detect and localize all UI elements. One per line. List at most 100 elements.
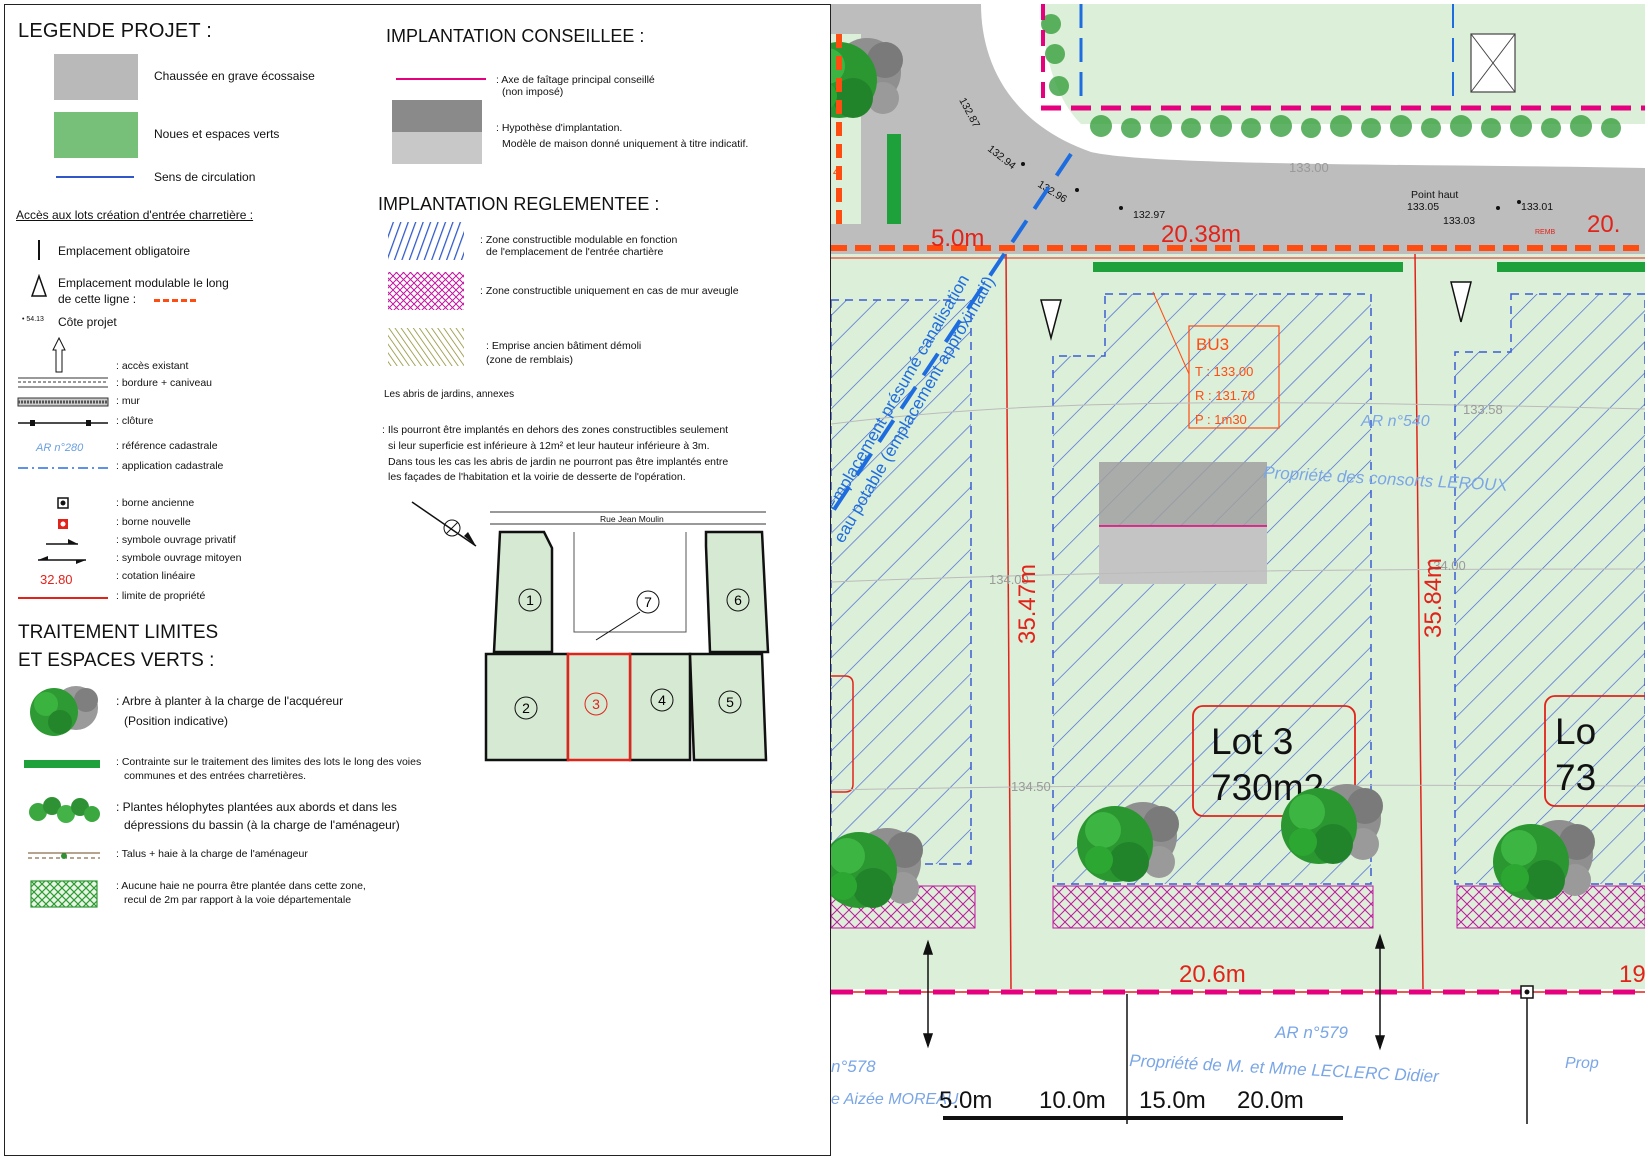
legend-item: : cotation linéaire (116, 570, 196, 582)
traitement-title-1: TRAITEMENT LIMITES (18, 622, 219, 643)
legend-item: : clôture (116, 415, 154, 427)
cadastre-label: n°578 (831, 1057, 876, 1076)
cotation-sample: 32.80 (40, 572, 73, 587)
green-swatch (54, 112, 138, 158)
key-plan: Rue Jean Moulin 1 2 3 4 5 6 7 (411, 501, 770, 762)
scale-label: 10.0m (1039, 1087, 1106, 1114)
ar-sample: AR n°280 (35, 442, 84, 454)
note-4: les façades de l'habitation et la voirie… (388, 471, 686, 483)
conseillee-title: IMPLANTATION CONSEILLEE : (386, 26, 645, 46)
dim-label: 20.38m (1161, 221, 1241, 248)
arbre-label-2: (Position indicative) (124, 714, 229, 728)
level-label: 133.05 (1407, 201, 1439, 213)
plan-svg: 132.87 132.94 132.96 132.97 133.00 Point… (831, 4, 1645, 1124)
gravel-swatch (54, 54, 138, 100)
talus-symbol (28, 852, 100, 859)
dim-label: 19 (1619, 961, 1645, 988)
legend-item: : bordure + caniveau (116, 377, 213, 389)
emprise-label-1: : Emprise ancien bâtiment démoli (486, 340, 642, 352)
dim-label: 5.0m (931, 225, 984, 252)
dim-label: 20. (1587, 211, 1620, 238)
lot-next-name: Lo (1555, 711, 1596, 752)
plan-view: 132.87 132.94 132.96 132.97 133.00 Point… (830, 4, 1645, 1156)
cadastre-label: Propriété de M. et Mme LECLERC Didier (1129, 1051, 1441, 1086)
cadastre-label: AR n°579 (1274, 1023, 1349, 1042)
talus-label: : Talus + haie à la charge de l'aménageu… (116, 848, 308, 860)
hyp-label-1: : Hypothèse d'implantation. (496, 122, 623, 134)
circulation-label: Sens de circulation (154, 170, 256, 184)
legend-panel: LEGENDE PROJET : Chaussée en grave écoss… (4, 4, 830, 1156)
legend-item: : symbole ouvrage privatif (116, 534, 236, 546)
contour-label: 134.50 (1011, 779, 1051, 794)
dim-label: 35.47m (1014, 564, 1041, 644)
arbre-label-1: : Arbre à planter à la charge de l'acqué… (116, 694, 344, 708)
scale-label: 20.0m (1237, 1087, 1304, 1114)
contrainte-label-2: communes et des entrées charretières. (124, 770, 307, 782)
oblig-label: Emplacement obligatoire (58, 244, 191, 258)
hyp-label-2: Modèle de maison donné uniquement à titr… (502, 138, 749, 150)
emprise-label-2: (zone de remblais) (486, 354, 573, 366)
key-lot-label: 5 (726, 694, 734, 710)
key-lot-label: 2 (522, 700, 530, 716)
aucune-label-2: recul de 2m par rapport à la voie départ… (124, 894, 352, 906)
legend-item: : mur (116, 395, 140, 407)
bu3-t: T : 133.00 (1195, 364, 1253, 379)
legend-item: : accès existant (116, 360, 189, 372)
traitement-title-2: ET ESPACES VERTS : (18, 650, 215, 671)
key-lot-label: 3 (592, 696, 600, 712)
oblig-marker (38, 240, 40, 260)
scale-label: 5.0m (939, 1087, 992, 1114)
legend-item: : limite de propriété (116, 590, 206, 602)
contour-label: 133.58 (1463, 402, 1503, 417)
mod-label-1: Emplacement modulable le long (58, 276, 229, 290)
lot-next-area: 73 (1555, 757, 1596, 798)
legend-symbols: AR n°280 32.80 (17, 336, 109, 599)
key-lot-label: 6 (734, 592, 742, 608)
note-2: si leur superficie est inférieure à 12m²… (388, 440, 710, 452)
cote-label: Côte projet (58, 315, 117, 329)
abris-label: Les abris de jardins, annexes (384, 389, 515, 400)
key-lot-label: 7 (644, 594, 652, 610)
acces-title: Accès aux lots création d'entrée charret… (16, 208, 254, 222)
faitage-line (396, 78, 486, 80)
legend-item: : application cadastrale (116, 460, 224, 472)
key-lot-label: 1 (526, 592, 534, 608)
triangle-icon (30, 274, 48, 297)
mod-dashed-line (154, 299, 196, 302)
contrainte-swatch (24, 760, 100, 768)
cote-sample: • 54.13 (22, 316, 44, 323)
zone-swatches (388, 222, 464, 366)
aucune-label-1: : Aucune haie ne pourra être plantée dan… (116, 880, 366, 892)
circulation-line (56, 176, 134, 178)
axe-label-2: (non imposé) (502, 86, 564, 98)
street-label: Rue Jean Moulin (600, 514, 664, 524)
bu3-p: P : 1m30 (1195, 412, 1247, 427)
level-label: REMB (1535, 229, 1556, 236)
green-label: Noues et espaces verts (154, 127, 280, 141)
scale-label: 15.0m (1139, 1087, 1206, 1114)
scale-bar: 5.0m 10.0m 15.0m 20.0m (939, 1087, 1343, 1120)
level-label: 132.97 (1133, 209, 1165, 221)
zone-mod-label-2: de l'emplacement de l'entrée chartière (486, 246, 664, 258)
level-label: Point haut (1411, 189, 1458, 201)
plantes-label-2: dépressions du bassin (à la charge de l'… (124, 818, 400, 832)
legend-item: : référence cadastrale (116, 440, 218, 452)
dim-label: 20.6m (1179, 961, 1246, 988)
note-1: : Ils pourront être implantés en dehors … (382, 424, 729, 436)
no-hedge-swatch (30, 880, 98, 908)
reglementee-title: IMPLANTATION REGLEMENTEE : (378, 194, 660, 214)
zone-mur-label: : Zone constructible uniquement en cas d… (480, 285, 739, 297)
legend-title: LEGENDE PROJET : (18, 20, 212, 42)
note-3: Dans tous les cas les abris de jardin ne… (388, 456, 729, 468)
legend-item: : borne nouvelle (116, 516, 191, 528)
contrainte-label-1: : Contrainte sur le traitement des limit… (116, 756, 422, 768)
key-lot-label: 4 (658, 692, 666, 708)
plants-icon (29, 797, 100, 823)
tree-icon (30, 686, 98, 736)
level-label: 133.01 (1521, 201, 1553, 213)
plantes-label-1: : Plantes hélophytes plantées aux abords… (116, 800, 397, 814)
level-label: 133.00 (1289, 160, 1329, 175)
legend-item: : symbole ouvrage mitoyen (116, 552, 242, 564)
dim-label: 35.84m (1420, 558, 1447, 638)
lot-number-left: 4 (833, 165, 840, 179)
